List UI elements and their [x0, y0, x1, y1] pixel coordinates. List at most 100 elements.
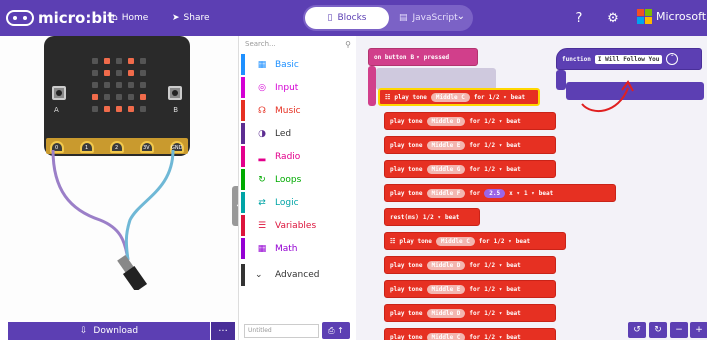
- category-loops[interactable]: ↻ Loops: [241, 169, 355, 190]
- beat-label: beat: [515, 237, 531, 245]
- beat-dropdown[interactable]: 1/2 ▾: [484, 310, 502, 317]
- event-block-rail: [368, 66, 376, 106]
- play-tone-block[interactable]: play tone Middle Dfor 1/2 ▾ beat: [384, 256, 556, 274]
- microbit-board: A B 0 1 2 3V GND: [44, 36, 190, 156]
- beat-dropdown[interactable]: 1/2 ▾: [484, 166, 502, 173]
- shuffle-icon: ⇄: [258, 197, 266, 208]
- microbit-logo[interactable]: micro:bit: [6, 7, 114, 29]
- button-dropdown[interactable]: B ▾: [411, 54, 420, 61]
- zoom-in-button[interactable]: +: [690, 322, 707, 338]
- note-field[interactable]: Middle D: [426, 260, 466, 270]
- category-input[interactable]: ◎ Input: [241, 77, 355, 98]
- microsoft-logo[interactable]: Microsoft: [637, 9, 706, 24]
- save-button[interactable]: ⎙ ↑: [322, 322, 350, 339]
- play-tone-block[interactable]: ☷ play tone Middle Cfor 1/2 ▾ beat: [378, 88, 540, 106]
- blocks-workspace[interactable]: on button B ▾ pressed function I Will Fol…: [356, 36, 707, 340]
- play-tone-block[interactable]: play tone Middle Efor 1/2 ▾ beat: [384, 280, 556, 298]
- category-math[interactable]: ▦ Math: [241, 238, 355, 259]
- function-name-field[interactable]: I Will Follow You: [594, 54, 663, 64]
- category-label: Radio: [275, 151, 301, 162]
- share-button[interactable]: ➤ Share: [172, 10, 210, 26]
- function-block[interactable]: function I Will Follow You ˆ: [556, 48, 702, 70]
- zoom-out-button[interactable]: −: [670, 322, 688, 338]
- button-a[interactable]: [52, 86, 66, 100]
- category-led[interactable]: ◑ Led: [241, 123, 355, 144]
- for-label: for: [469, 165, 481, 173]
- category-radio[interactable]: ▂ Radio: [241, 146, 355, 167]
- beat-dropdown[interactable]: 1/2 ▾: [489, 94, 507, 101]
- play-tone-block[interactable]: play tone Middle Gfor 1/2 ▾ beat: [384, 160, 556, 178]
- for-label: for: [473, 93, 485, 101]
- editor-mode-toggle: ▯ Blocks ▤ JavaScript ⌄: [303, 5, 473, 31]
- chevron-down-icon[interactable]: ⌄: [457, 11, 465, 22]
- beat-label: beat: [506, 261, 521, 269]
- category-logic[interactable]: ⇄ Logic: [241, 192, 355, 213]
- beat-label: beat: [444, 213, 460, 221]
- category-label: Music: [275, 105, 301, 116]
- factor-field[interactable]: 2.5: [484, 188, 506, 198]
- category-music[interactable]: ☊ Music: [241, 100, 355, 121]
- download-button[interactable]: ⇩ Download: [8, 322, 210, 340]
- redo-button[interactable]: ↻: [649, 322, 667, 338]
- note-field[interactable]: Middle F: [426, 188, 466, 198]
- note-field[interactable]: Middle G: [426, 164, 466, 174]
- function-keyword: function: [562, 55, 591, 63]
- note-field[interactable]: Middle C: [426, 332, 466, 340]
- microbit-logo-icon: [6, 10, 34, 26]
- home-label: Home: [121, 13, 149, 23]
- drop-placeholder: [376, 68, 496, 90]
- beat-dropdown[interactable]: 1/2 ▾: [484, 118, 502, 125]
- javascript-tab[interactable]: ▤ JavaScript: [389, 7, 458, 29]
- gear-icon[interactable]: ⚙: [604, 9, 622, 27]
- beat-dropdown[interactable]: 1/2 ▾: [484, 286, 502, 293]
- beat-dropdown[interactable]: 1/2 ▾: [494, 238, 512, 245]
- play-tone-label: play tone: [399, 237, 432, 245]
- toolbox-search-input[interactable]: Search... ⚲: [245, 40, 353, 54]
- on-button-pressed-block[interactable]: on button B ▾ pressed: [368, 48, 478, 66]
- note-field[interactable]: Middle C: [435, 236, 475, 246]
- beat-label: beat: [510, 93, 526, 101]
- blocks-tab[interactable]: ▯ Blocks: [305, 7, 389, 29]
- undo-button[interactable]: ↺: [628, 322, 646, 338]
- operator-dropdown[interactable]: x ▾: [509, 190, 520, 197]
- play-tone-block[interactable]: play tone Middle Dfor 1/2 ▾ beat: [384, 304, 556, 322]
- play-tone-label: play tone: [390, 165, 423, 173]
- play-tone-block[interactable]: play tone Middle Efor 1/2 ▾ beat: [384, 136, 556, 154]
- beat-label: beat: [506, 141, 521, 149]
- beat-label: beat: [538, 189, 554, 197]
- play-tone-block[interactable]: play tone Middle Cfor 1/2 ▾ beat: [384, 328, 556, 340]
- beat-label: beat: [506, 309, 521, 317]
- help-icon[interactable]: ?: [570, 9, 588, 27]
- list-icon: ☰: [257, 220, 267, 231]
- beat-dropdown[interactable]: 1/2 ▾: [484, 262, 502, 269]
- toggle-icon: ◑: [258, 128, 266, 139]
- button-b[interactable]: [168, 86, 182, 100]
- play-tone-block[interactable]: play tone Middle Ffor 2.5 x ▾ 1 ▾ beat: [384, 184, 616, 202]
- beat-dropdown[interactable]: 1/2 ▾: [423, 214, 441, 221]
- note-field[interactable]: Middle E: [426, 284, 466, 294]
- download-more-button[interactable]: ...: [211, 322, 235, 340]
- button-a-label: A: [54, 106, 59, 114]
- note-field[interactable]: Middle E: [426, 140, 466, 150]
- note-field[interactable]: Middle D: [426, 116, 466, 126]
- beat-dropdown[interactable]: 1/2 ▾: [484, 142, 502, 149]
- category-label: Led: [275, 128, 292, 139]
- category-variables[interactable]: ☰ Variables: [241, 215, 355, 236]
- home-button[interactable]: ⌂ Home: [112, 10, 148, 26]
- rest-block[interactable]: rest(ms) 1/2 ▾ beat: [384, 208, 480, 226]
- code-icon: ▤: [399, 13, 408, 23]
- category-basic[interactable]: ▦ Basic: [241, 54, 355, 75]
- simulator-panel: A B 0 1 2 3V GND ‹: [0, 36, 244, 320]
- beat-dropdown[interactable]: 1 ▾: [524, 190, 535, 197]
- play-tone-block[interactable]: ☷ play tone Middle Cfor 1/2 ▾ beat: [384, 232, 566, 250]
- category-advanced[interactable]: ⌄ Advanced: [241, 264, 355, 286]
- beat-dropdown[interactable]: 1/2 ▾: [484, 334, 502, 340]
- play-tone-block[interactable]: play tone Middle Dfor 1/2 ▾ beat: [384, 112, 556, 130]
- note-field[interactable]: Middle D: [426, 308, 466, 318]
- note-field[interactable]: Middle C: [430, 92, 470, 102]
- for-label: for: [478, 237, 490, 245]
- project-name-input[interactable]: Untitled: [244, 324, 319, 338]
- led-matrix: [92, 58, 146, 112]
- for-label: for: [469, 309, 481, 317]
- collapse-icon[interactable]: ˆ: [666, 53, 679, 65]
